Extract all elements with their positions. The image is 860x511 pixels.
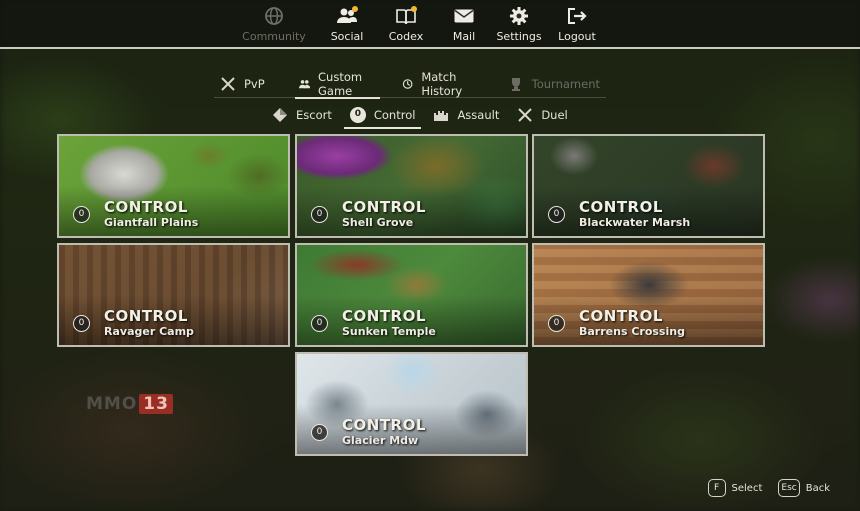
map-mode: CONTROL [342, 198, 426, 216]
tab-label: Control [373, 108, 416, 122]
tab-label: Escort [296, 108, 332, 122]
hint-select[interactable]: F Select [707, 479, 763, 497]
crossed-swords-icon [221, 77, 235, 91]
nav-label: Social [330, 30, 364, 43]
player-count-badge: 0 [311, 206, 328, 223]
nav-codex[interactable]: Codex [378, 6, 434, 46]
tab-duel[interactable]: Duel [511, 103, 573, 127]
key-cap: Esc [778, 479, 800, 497]
tab-label: PvP [244, 77, 265, 91]
diamond-icon [273, 108, 287, 122]
watermark-logo: MMO 13 [86, 394, 173, 414]
map-mode: CONTROL [579, 307, 663, 325]
key-cap: F [707, 479, 726, 497]
tab-escort[interactable]: Escort [266, 103, 338, 127]
map-card-ravager-camp[interactable]: 0 CONTROL Ravager Camp [57, 243, 290, 347]
nav-settings[interactable]: Settings [494, 6, 544, 46]
tab-tournament: Tournament [502, 72, 606, 96]
map-card-glacier-mdw[interactable]: 0 CONTROL Glacier Mdw [295, 352, 528, 456]
hint-label: Back [805, 482, 830, 494]
tab-label: Custom Game [318, 70, 363, 98]
map-card-barrens-crossing[interactable]: 0 CONTROL Barrens Crossing [532, 243, 765, 347]
player-count-badge: 0 [548, 206, 565, 223]
top-nav: Community Social Codex Mail Settings Log… [238, 6, 602, 46]
map-mode: CONTROL [342, 416, 426, 434]
map-card-shell-grove[interactable]: 0 CONTROL Shell Grove [295, 134, 528, 238]
map-name: Glacier Mdw [342, 434, 419, 447]
tab-pvp[interactable]: PvP [214, 72, 271, 96]
tab-label: Tournament [531, 77, 600, 91]
map-card-blackwater-marsh[interactable]: 0 CONTROL Blackwater Marsh [532, 134, 765, 238]
nav-community: Community [238, 6, 310, 46]
watermark-number: 13 [139, 394, 173, 414]
map-mode: CONTROL [579, 198, 663, 216]
map-name: Sunken Temple [342, 325, 436, 338]
map-mode: CONTROL [342, 307, 426, 325]
history-icon [402, 79, 413, 89]
hint-label: Select [731, 482, 763, 494]
player-count-badge: 0 [548, 315, 565, 332]
fortress-icon [434, 111, 449, 121]
globe-icon [263, 6, 285, 26]
player-count-badge: 0 [311, 424, 328, 441]
nav-mail[interactable]: Mail [444, 6, 484, 46]
map-card-sunken-temple[interactable]: 0 CONTROL Sunken Temple [295, 243, 528, 347]
map-mode: CONTROL [104, 198, 188, 216]
zero-badge-icon: 0 [349, 107, 366, 123]
nav-label: Codex [388, 30, 424, 43]
tab-custom-game[interactable]: Custom Game [293, 70, 382, 99]
map-name: Shell Grove [342, 216, 414, 229]
tab-label: Assault [457, 108, 500, 122]
player-count-badge: 0 [73, 315, 90, 332]
logout-icon [566, 6, 588, 26]
notification-dot [411, 6, 417, 12]
tab-control[interactable]: 0 Control [343, 103, 422, 129]
nav-label: Logout [558, 30, 596, 43]
trophy-icon [511, 78, 520, 91]
mode-tabs: PvP Custom Game Match History Tournament [214, 70, 606, 99]
notification-dot [352, 6, 358, 12]
player-count-badge: 0 [311, 315, 328, 332]
friends-icon [336, 6, 358, 26]
key-hints: F Select Esc Back [692, 479, 830, 497]
tab-label: Duel [541, 108, 568, 122]
nav-logout[interactable]: Logout [552, 6, 602, 46]
map-name: Giantfall Plains [104, 216, 199, 229]
nav-label: Settings [496, 30, 542, 43]
book-icon [395, 6, 417, 26]
crossed-swords-icon [518, 108, 533, 122]
player-count-badge: 0 [73, 206, 90, 223]
map-name: Ravager Camp [104, 325, 194, 338]
top-nav-bar: Community Social Codex Mail Settings Log… [0, 0, 860, 49]
mail-icon [453, 6, 475, 26]
gear-icon [508, 6, 530, 26]
watermark-text: MMO [86, 394, 138, 414]
nav-social[interactable]: Social [322, 6, 372, 46]
nav-label: Community [242, 30, 306, 43]
map-mode: CONTROL [104, 307, 188, 325]
map-name: Blackwater Marsh [579, 216, 691, 229]
tab-assault[interactable]: Assault [427, 103, 505, 127]
tab-match-history[interactable]: Match History [396, 70, 484, 98]
map-name: Barrens Crossing [579, 325, 685, 338]
group-icon [298, 80, 311, 89]
game-type-tabs: Escort 0 Control Assault Duel [266, 103, 580, 129]
nav-label: Mail [452, 30, 476, 43]
tab-label: Match History [421, 70, 463, 98]
hint-back[interactable]: Esc Back [778, 479, 830, 497]
map-card-giantfall-plains[interactable]: 0 CONTROL Giantfall Plains [57, 134, 290, 238]
